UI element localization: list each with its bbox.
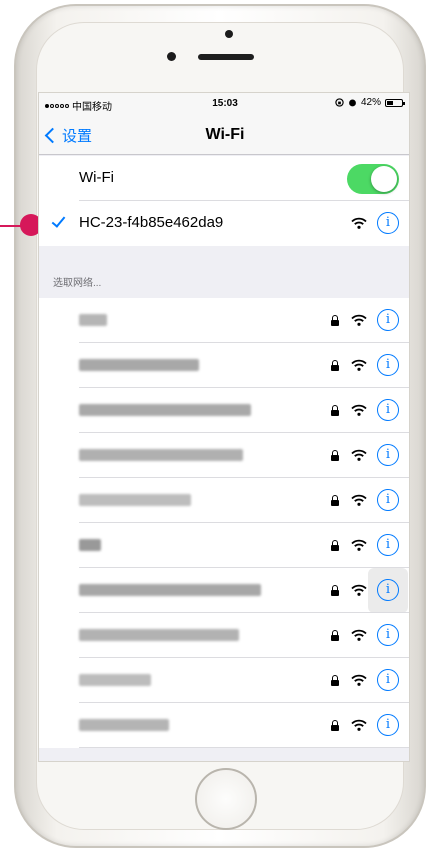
wifi-toggle-switch[interactable] <box>347 164 399 194</box>
lock-icon <box>331 720 339 731</box>
info-icon[interactable]: i <box>377 399 399 421</box>
battery-percent: 42% <box>360 97 381 108</box>
network-row[interactable]: i <box>39 298 409 343</box>
phone-screen: 中国移动 15:03 42% 设置 Wi-Fi Wi-Fi HC-23-f4b8… <box>38 92 410 762</box>
navigation-bar: 设置 Wi-Fi <box>39 115 409 155</box>
lock-icon <box>331 405 339 416</box>
info-icon[interactable]: i <box>377 534 399 556</box>
wifi-signal-icon <box>351 719 367 731</box>
wifi-signal-icon <box>351 539 367 551</box>
info-icon[interactable]: i <box>377 624 399 646</box>
network-row[interactable]: i <box>39 658 409 703</box>
front-camera <box>225 30 233 38</box>
earpiece-speaker <box>198 54 254 60</box>
toggle-knob <box>371 166 397 192</box>
network-name <box>79 404 251 416</box>
network-row[interactable]: i <box>39 388 409 433</box>
network-row[interactable]: i <box>39 703 409 748</box>
choose-network-label: 选取网络... <box>53 278 102 289</box>
lock-icon <box>331 675 339 686</box>
wifi-signal-icon <box>351 494 367 506</box>
lock-icon <box>331 360 339 371</box>
network-name <box>79 494 191 506</box>
network-row[interactable]: i <box>39 343 409 388</box>
wifi-signal-icon <box>351 674 367 686</box>
wifi-signal-icon <box>351 359 367 371</box>
battery-icon <box>385 98 405 107</box>
info-icon[interactable]: i <box>377 212 399 234</box>
orientation-lock-icon <box>335 98 344 107</box>
wifi-signal-icon <box>351 449 367 461</box>
annotation-pointer-line <box>0 225 22 227</box>
choose-network-header: 选取网络... <box>39 246 409 298</box>
network-name <box>79 584 261 596</box>
proximity-sensor <box>167 52 176 61</box>
wifi-signal-icon <box>351 217 367 229</box>
network-row[interactable]: i <box>39 433 409 478</box>
lock-icon <box>331 540 339 551</box>
connected-network-name: HC-23-f4b85e462da9 <box>79 214 224 231</box>
network-name <box>79 674 151 686</box>
alarm-icon <box>349 99 356 107</box>
checkmark-icon <box>51 213 66 228</box>
network-name <box>79 314 107 326</box>
info-icon[interactable]: i <box>377 309 399 331</box>
network-list: i i i i i i i i i i <box>39 298 409 748</box>
page-title: Wi-Fi <box>205 126 245 143</box>
wifi-settings-group: Wi-Fi HC-23-f4b85e462da9 i <box>39 156 409 246</box>
wifi-signal-icon <box>351 314 367 326</box>
lock-icon <box>331 450 339 461</box>
network-name <box>79 359 199 371</box>
status-bar: 中国移动 15:03 42% <box>39 93 409 115</box>
wifi-signal-icon <box>351 404 367 416</box>
network-row[interactable]: i <box>39 613 409 658</box>
network-name <box>79 719 169 731</box>
lock-icon <box>331 315 339 326</box>
connected-network-row[interactable]: HC-23-f4b85e462da9 i <box>39 201 409 246</box>
network-row[interactable]: i <box>39 568 409 613</box>
wifi-signal-icon <box>351 629 367 641</box>
wifi-toggle-label: Wi-Fi <box>79 169 114 186</box>
info-icon[interactable]: i <box>377 489 399 511</box>
info-icon[interactable]: i <box>377 579 399 601</box>
network-name <box>79 629 239 641</box>
network-name <box>79 449 243 461</box>
info-icon[interactable]: i <box>377 354 399 376</box>
lock-icon <box>331 630 339 641</box>
wifi-toggle-row: Wi-Fi <box>39 156 409 201</box>
home-button[interactable] <box>195 768 257 830</box>
info-icon[interactable]: i <box>377 669 399 691</box>
info-icon[interactable]: i <box>377 444 399 466</box>
network-row[interactable]: i <box>39 523 409 568</box>
status-right: 42% <box>335 97 405 108</box>
info-icon[interactable]: i <box>377 714 399 736</box>
network-name <box>79 539 101 551</box>
lock-icon <box>331 585 339 596</box>
network-row[interactable]: i <box>39 478 409 523</box>
wifi-signal-icon <box>351 584 367 596</box>
lock-icon <box>331 495 339 506</box>
